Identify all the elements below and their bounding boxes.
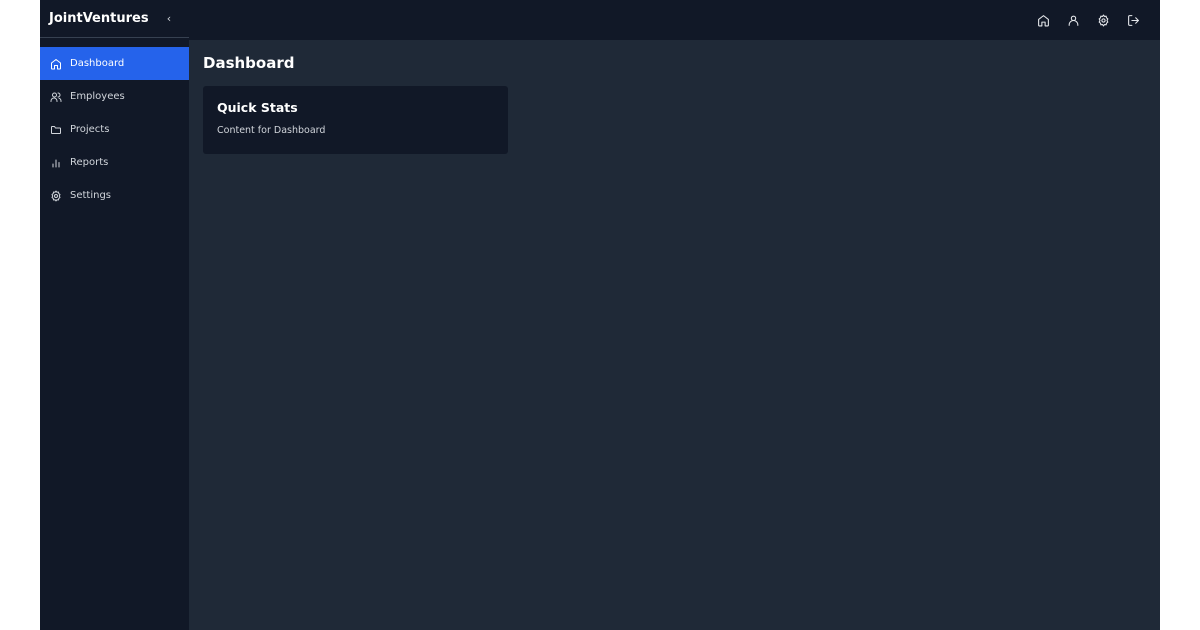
home-icon (49, 57, 62, 70)
gear-icon (49, 189, 62, 202)
home-icon[interactable] (1028, 5, 1058, 35)
quick-stats-card: Quick Stats Content for Dashboard (203, 86, 508, 154)
logout-icon[interactable] (1118, 5, 1148, 35)
main-area: Dashboard Quick Stats Content for Dashbo… (189, 0, 1160, 630)
sidebar-item-reports[interactable]: Reports (40, 146, 189, 179)
bar-chart-icon (49, 156, 62, 169)
gear-icon[interactable] (1088, 5, 1118, 35)
sidebar: JointVentures ‹ Dashboard Employees Proj… (40, 0, 189, 630)
card-title: Quick Stats (217, 100, 298, 115)
app-window: JointVentures ‹ Dashboard Employees Proj… (40, 0, 1160, 630)
sidebar-item-employees[interactable]: Employees (40, 80, 189, 113)
sidebar-item-projects[interactable]: Projects (40, 113, 189, 146)
user-icon[interactable] (1058, 5, 1088, 35)
sidebar-item-label: Reports (70, 157, 109, 168)
card-body: Content for Dashboard (217, 125, 326, 136)
sidebar-item-label: Projects (70, 124, 110, 135)
sidebar-item-settings[interactable]: Settings (40, 179, 189, 212)
sidebar-item-label: Dashboard (70, 58, 125, 69)
top-bar (189, 0, 1160, 40)
users-icon (49, 90, 62, 103)
sidebar-item-label: Settings (70, 190, 112, 201)
collapse-sidebar-button[interactable]: ‹ (163, 12, 175, 25)
brand-name: JointVentures (49, 11, 149, 26)
sidebar-nav: Dashboard Employees Projects Reports Set… (40, 38, 189, 212)
content-area: Dashboard Quick Stats Content for Dashbo… (189, 40, 1160, 168)
sidebar-item-label: Employees (70, 91, 125, 102)
sidebar-item-dashboard[interactable]: Dashboard (40, 47, 189, 80)
folder-icon (49, 123, 62, 136)
sidebar-header: JointVentures ‹ (40, 0, 189, 38)
page-title: Dashboard (203, 54, 295, 72)
